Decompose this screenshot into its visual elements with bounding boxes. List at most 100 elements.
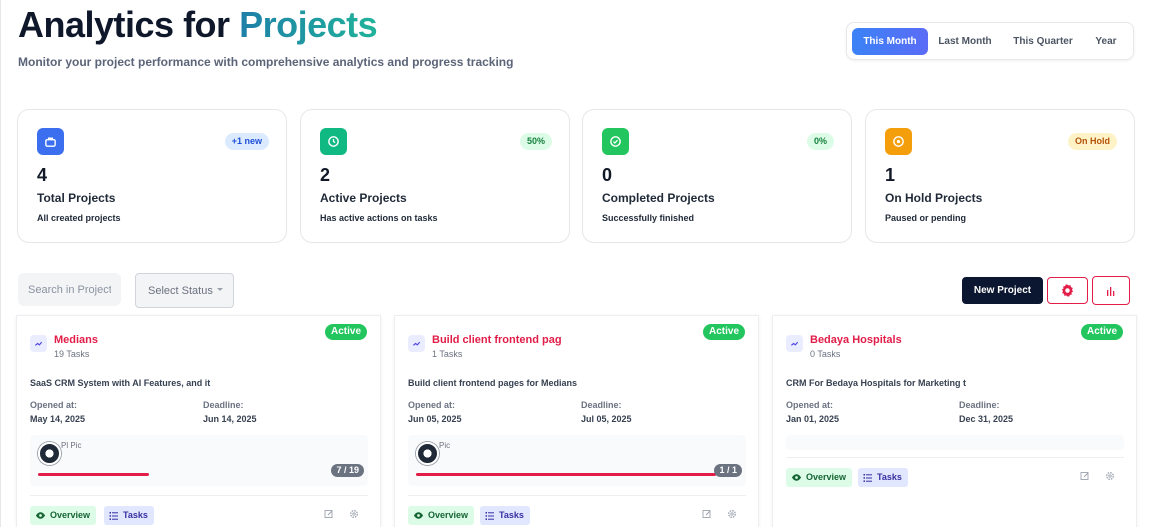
stat-badge: On Hold [1068,133,1117,150]
overview-label: Overview [428,510,469,520]
opened-label: Opened at: [30,400,78,410]
period-this-month[interactable]: This Month [852,28,928,55]
stat-value: 1 [885,165,896,185]
eye-icon [413,512,424,519]
project-task-count: 0 Tasks [810,349,841,359]
project-task-count: 1 Tasks [432,349,463,359]
progress-fill [38,473,149,476]
project-icon [30,335,47,352]
eye-icon [35,512,46,519]
page-subtitle: Monitor your project performance with co… [18,55,514,69]
period-filter: This Month Last Month This Quarter Year [846,22,1134,60]
stat-description: All created projects [37,213,121,223]
project-card: Medians 19 Tasks Active SaaS CRM System … [16,315,381,527]
cog-icon[interactable] [726,508,738,520]
pause-circle-icon [885,128,912,155]
stat-label: Active Projects [320,191,407,205]
project-card: Bedaya Hospitals 0 Tasks Active CRM For … [772,315,1137,527]
project-description: SaaS CRM System with AI Features, and it [30,378,211,388]
project-name[interactable]: Bedaya Hospitals [810,334,902,346]
page-title-accent: Projects [239,4,378,45]
cog-icon[interactable] [1104,470,1116,482]
period-year[interactable]: Year [1086,28,1126,55]
tasks-label: Tasks [499,510,524,520]
project-name[interactable]: Build client frontend pag [432,334,562,346]
project-description: CRM For Bedaya Hospitals for Marketing t [786,378,967,388]
opened-label: Opened at: [786,400,834,410]
period-last-month[interactable]: Last Month [930,28,1000,55]
team-progress-panel [786,435,1124,450]
stat-value: 0 [602,165,613,185]
tasks-button[interactable]: Tasks [480,506,530,525]
opened-date: Jun 05, 2025 [408,414,462,424]
stat-value: 2 [320,165,331,185]
clock-icon [320,128,347,155]
stat-description: Paused or pending [885,213,967,223]
status-select[interactable]: Select Status [135,273,234,308]
period-this-quarter[interactable]: This Quarter [1004,28,1082,55]
list-icon [485,511,494,520]
check-circle-icon [602,128,629,155]
tasks-label: Tasks [123,510,148,520]
tasks-button[interactable]: Tasks [104,506,154,525]
page-title-prefix: Analytics for [18,4,230,45]
stat-label: On Hold Projects [885,191,983,205]
progress-fill [416,473,716,476]
project-card: Build client frontend pag 1 Tasks Active… [394,315,759,527]
status-select-label: Select Status [148,284,213,297]
avatar[interactable] [38,442,61,465]
gear-icon [1061,283,1074,298]
list-icon [863,473,872,482]
broken-image-alt: Pl Pic [61,441,82,450]
status-badge: Active [1080,324,1123,340]
deadline-label: Deadline: [959,400,1000,410]
stat-value: 4 [37,165,48,185]
search-input[interactable] [18,273,121,306]
divider [30,495,368,496]
divider [408,495,746,496]
stat-label: Completed Projects [602,191,715,205]
stat-card-total: +1 new 4 Total Projects All created proj… [17,109,287,243]
caret-down-icon [217,288,223,291]
edit-icon[interactable] [323,508,335,520]
cog-icon[interactable] [348,508,360,520]
deadline-date: Jun 14, 2025 [203,414,257,424]
overview-label: Overview [806,472,847,482]
project-task-count: 19 Tasks [54,349,90,359]
project-icon [408,335,425,352]
analytics-page: Analytics for Projects Monitor your proj… [0,0,1151,527]
status-badge: Active [702,324,745,340]
stat-badge: 0% [806,133,834,150]
progress-bar [38,473,338,476]
stat-description: Has active actions on tasks [320,213,438,223]
project-name[interactable]: Medians [54,334,98,346]
overview-button[interactable]: Overview [408,506,475,525]
edit-icon[interactable] [701,508,713,520]
overview-button[interactable]: Overview [30,506,97,525]
deadline-label: Deadline: [581,400,622,410]
overview-button[interactable]: Overview [786,468,853,487]
tasks-button[interactable]: Tasks [858,468,908,487]
briefcase-icon [37,128,64,155]
eye-icon [791,474,802,481]
stat-badge: +1 new [224,133,269,150]
stat-card-completed: 0% 0 Completed Projects Successfully fin… [582,109,852,243]
opened-date: Jan 01, 2025 [786,414,840,424]
page-title: Analytics for Projects [18,4,378,46]
status-badge: Active [324,324,367,340]
stat-card-active: 50% 2 Active Projects Has active actions… [300,109,570,243]
new-project-button[interactable]: New Project [962,277,1043,304]
project-description: Build client frontend pages for Medians [408,378,578,388]
stat-card-on-hold: On Hold 1 On Hold Projects Paused or pen… [865,109,1135,243]
opened-label: Opened at: [408,400,456,410]
bar-chart-icon [1107,286,1115,296]
avatar[interactable] [416,442,439,465]
settings-button[interactable] [1047,277,1088,304]
stat-label: Total Projects [37,191,116,205]
stat-badge: 50% [519,133,552,150]
list-icon [109,511,118,520]
chart-view-button[interactable] [1092,276,1130,305]
edit-icon[interactable] [1079,470,1091,482]
overview-label: Overview [50,510,91,520]
divider [786,457,1124,458]
